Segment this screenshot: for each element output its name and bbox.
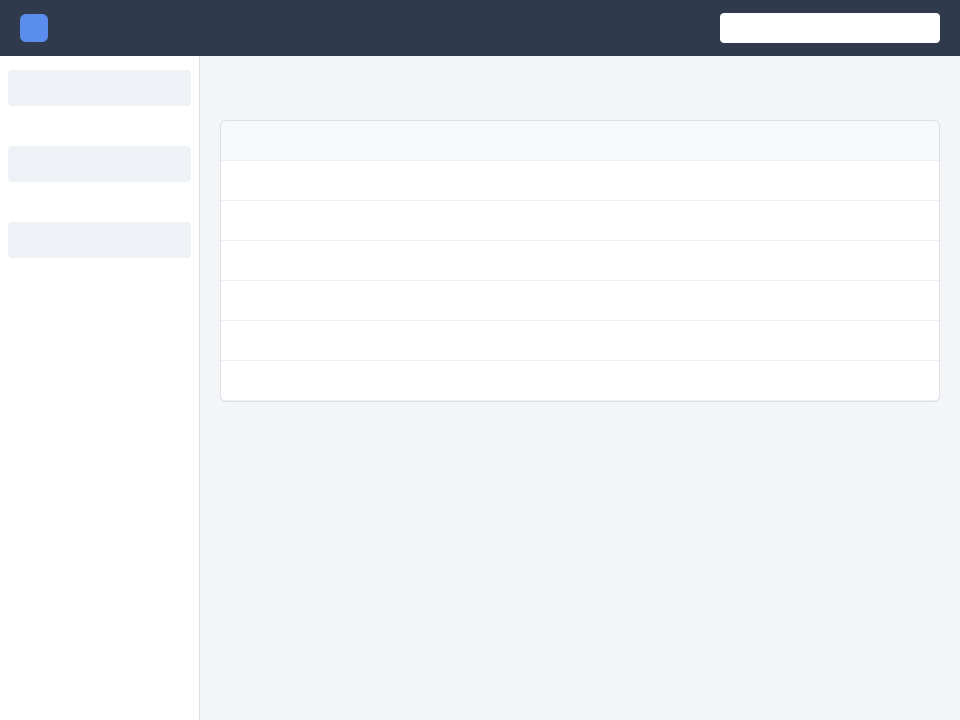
sidebar — [0, 56, 200, 720]
sidebar-item[interactable] — [8, 146, 191, 182]
sidebar-item[interactable] — [8, 222, 191, 258]
sidebar-item[interactable] — [8, 108, 191, 144]
table-row[interactable] — [221, 201, 939, 241]
table-row[interactable] — [221, 361, 939, 401]
table-row[interactable] — [221, 281, 939, 321]
app-title — [60, 20, 708, 36]
search-input[interactable] — [720, 13, 940, 43]
table-row[interactable] — [221, 321, 939, 361]
table-row[interactable] — [221, 241, 939, 281]
table-row[interactable] — [221, 161, 939, 201]
table-header — [221, 121, 939, 161]
app-header — [0, 0, 960, 56]
main-content — [200, 56, 960, 720]
sidebar-item[interactable] — [8, 70, 191, 106]
content-table — [220, 120, 940, 402]
app-logo — [20, 14, 48, 42]
page-title — [220, 76, 940, 104]
sidebar-item[interactable] — [8, 184, 191, 220]
